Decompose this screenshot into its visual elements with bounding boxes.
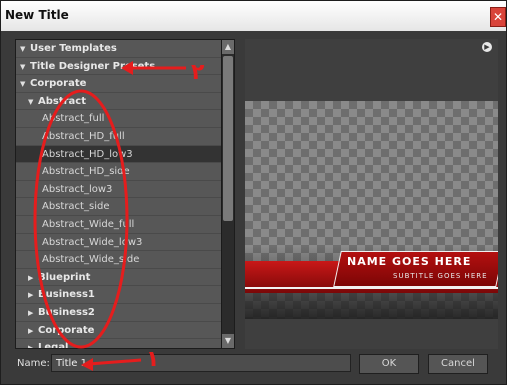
tree-folder-row[interactable]: ▶ Business2: [16, 304, 221, 322]
tree-item-row[interactable]: Abstract_side: [16, 198, 221, 216]
expanded-triangle-icon[interactable]: ▼: [20, 59, 30, 77]
expanded-triangle-icon[interactable]: ▼: [28, 94, 38, 112]
tree-folder-row[interactable]: ▼ Corporate: [16, 75, 221, 93]
tree-item-row[interactable]: Abstract_Wide_low3: [16, 234, 221, 252]
window-title: New Title: [5, 8, 69, 22]
tree-folder-row[interactable]: ▼ Abstract: [16, 93, 221, 111]
scroll-up-button[interactable]: ▲: [222, 40, 234, 54]
template-tree: ▼ User Templates ▼ Title Designer Presets ▼ C…: [15, 39, 235, 349]
scroll-thumb[interactable]: [223, 56, 233, 221]
tree-row-label: User Templates: [30, 43, 117, 54]
cancel-button[interactable]: Cancel: [428, 354, 488, 374]
tree-row-label: Abstract_full: [42, 113, 105, 125]
tree-row-label: Title Designer Presets: [30, 60, 156, 72]
circle-arrow-icon: ▶: [484, 43, 490, 51]
tree-item-row[interactable]: Abstract_HD_full: [16, 128, 221, 146]
tree-row-label: Abstract_side: [42, 201, 110, 213]
tree-folder-row[interactable]: ▶ Corporate: [16, 322, 221, 340]
preview-name-text: NAME GOES HERE: [347, 255, 472, 268]
tree-folder-row[interactable]: ▶ Blueprint: [16, 269, 221, 287]
close-icon: ✕: [492, 10, 504, 24]
collapsed-triangle-icon[interactable]: ▶: [28, 270, 38, 288]
preview-menu-button[interactable]: ▶: [482, 42, 492, 52]
new-title-dialog: New Title ✕ ▼ User Templates ▼ Title Design…: [0, 0, 507, 385]
preview-subtitle-text: SUBTITLE GOES HERE: [393, 272, 488, 280]
tree-row-label: Legal: [38, 342, 69, 348]
tree-folder-row[interactable]: ▼ Title Designer Presets: [16, 58, 221, 76]
name-label: Name:: [17, 358, 50, 369]
tree-folder-row[interactable]: ▶Legal: [16, 339, 221, 348]
tree-item-row[interactable]: Abstract_full: [16, 110, 221, 128]
tree-row-label: Blueprint: [38, 271, 91, 283]
expanded-triangle-icon[interactable]: ▼: [20, 76, 30, 94]
tree-row-label: Abstract_low3: [42, 183, 113, 195]
collapsed-triangle-icon[interactable]: ▶: [28, 287, 38, 305]
tree-row-label: Business1: [38, 289, 95, 301]
tree-row-label: Abstract_HD_full: [42, 130, 125, 142]
tree-item-row[interactable]: Abstract_low3: [16, 181, 221, 199]
ok-button[interactable]: OK: [359, 354, 419, 374]
tree-row-label: Corporate: [30, 78, 87, 90]
title-bar: New Title ✕: [1, 1, 506, 32]
tree-row-label: Abstract_HD_side: [42, 166, 130, 178]
collapsed-triangle-icon[interactable]: ▶: [28, 305, 38, 323]
preview-panel: ▶ NAME GOES HERE SUBTITLE GOES HERE: [245, 39, 498, 349]
tree-item-row[interactable]: Abstract_HD_side: [16, 163, 221, 181]
collapsed-triangle-icon[interactable]: ▶: [28, 340, 38, 348]
tree-item-row[interactable]: Abstract_Wide_full: [16, 216, 221, 234]
tree-row-label: Abstract: [38, 95, 87, 107]
tree-row-label: Abstract_Wide_full: [42, 218, 135, 230]
triangle-up-icon: ▲: [224, 42, 232, 51]
tree-row-label: Corporate: [38, 324, 95, 336]
name-input[interactable]: Title 1: [51, 354, 351, 372]
tree-folder-row[interactable]: ▼ User Templates: [16, 40, 221, 58]
scroll-down-button[interactable]: ▼: [222, 334, 234, 348]
tree-row-label: Abstract_Wide_low3: [42, 236, 143, 248]
tree-scrollbar[interactable]: ▲ ▼: [221, 40, 234, 348]
triangle-down-icon: ▼: [224, 336, 232, 345]
tree-folder-row[interactable]: ▶ Business1: [16, 286, 221, 304]
lower-third-stripe: [245, 287, 498, 289]
tree-row-label: Abstract_Wide_side: [42, 254, 140, 266]
tree-item-row[interactable]: Abstract_HD_low3: [16, 145, 221, 164]
tree-row-label: Abstract_HD_low3: [42, 148, 133, 160]
template-tree-list: ▼ User Templates ▼ Title Designer Presets ▼ C…: [16, 40, 221, 348]
title-preview: NAME GOES HERE SUBTITLE GOES HERE: [245, 101, 498, 319]
tree-item-row[interactable]: Abstract_Wide_side: [16, 251, 221, 269]
dialog-content: ▼ User Templates ▼ Title Designer Presets ▼ C…: [1, 31, 506, 384]
expanded-triangle-icon[interactable]: ▼: [20, 41, 30, 59]
collapsed-triangle-icon[interactable]: ▶: [28, 323, 38, 341]
tree-row-label: Business2: [38, 306, 95, 318]
close-button[interactable]: ✕: [490, 7, 506, 27]
